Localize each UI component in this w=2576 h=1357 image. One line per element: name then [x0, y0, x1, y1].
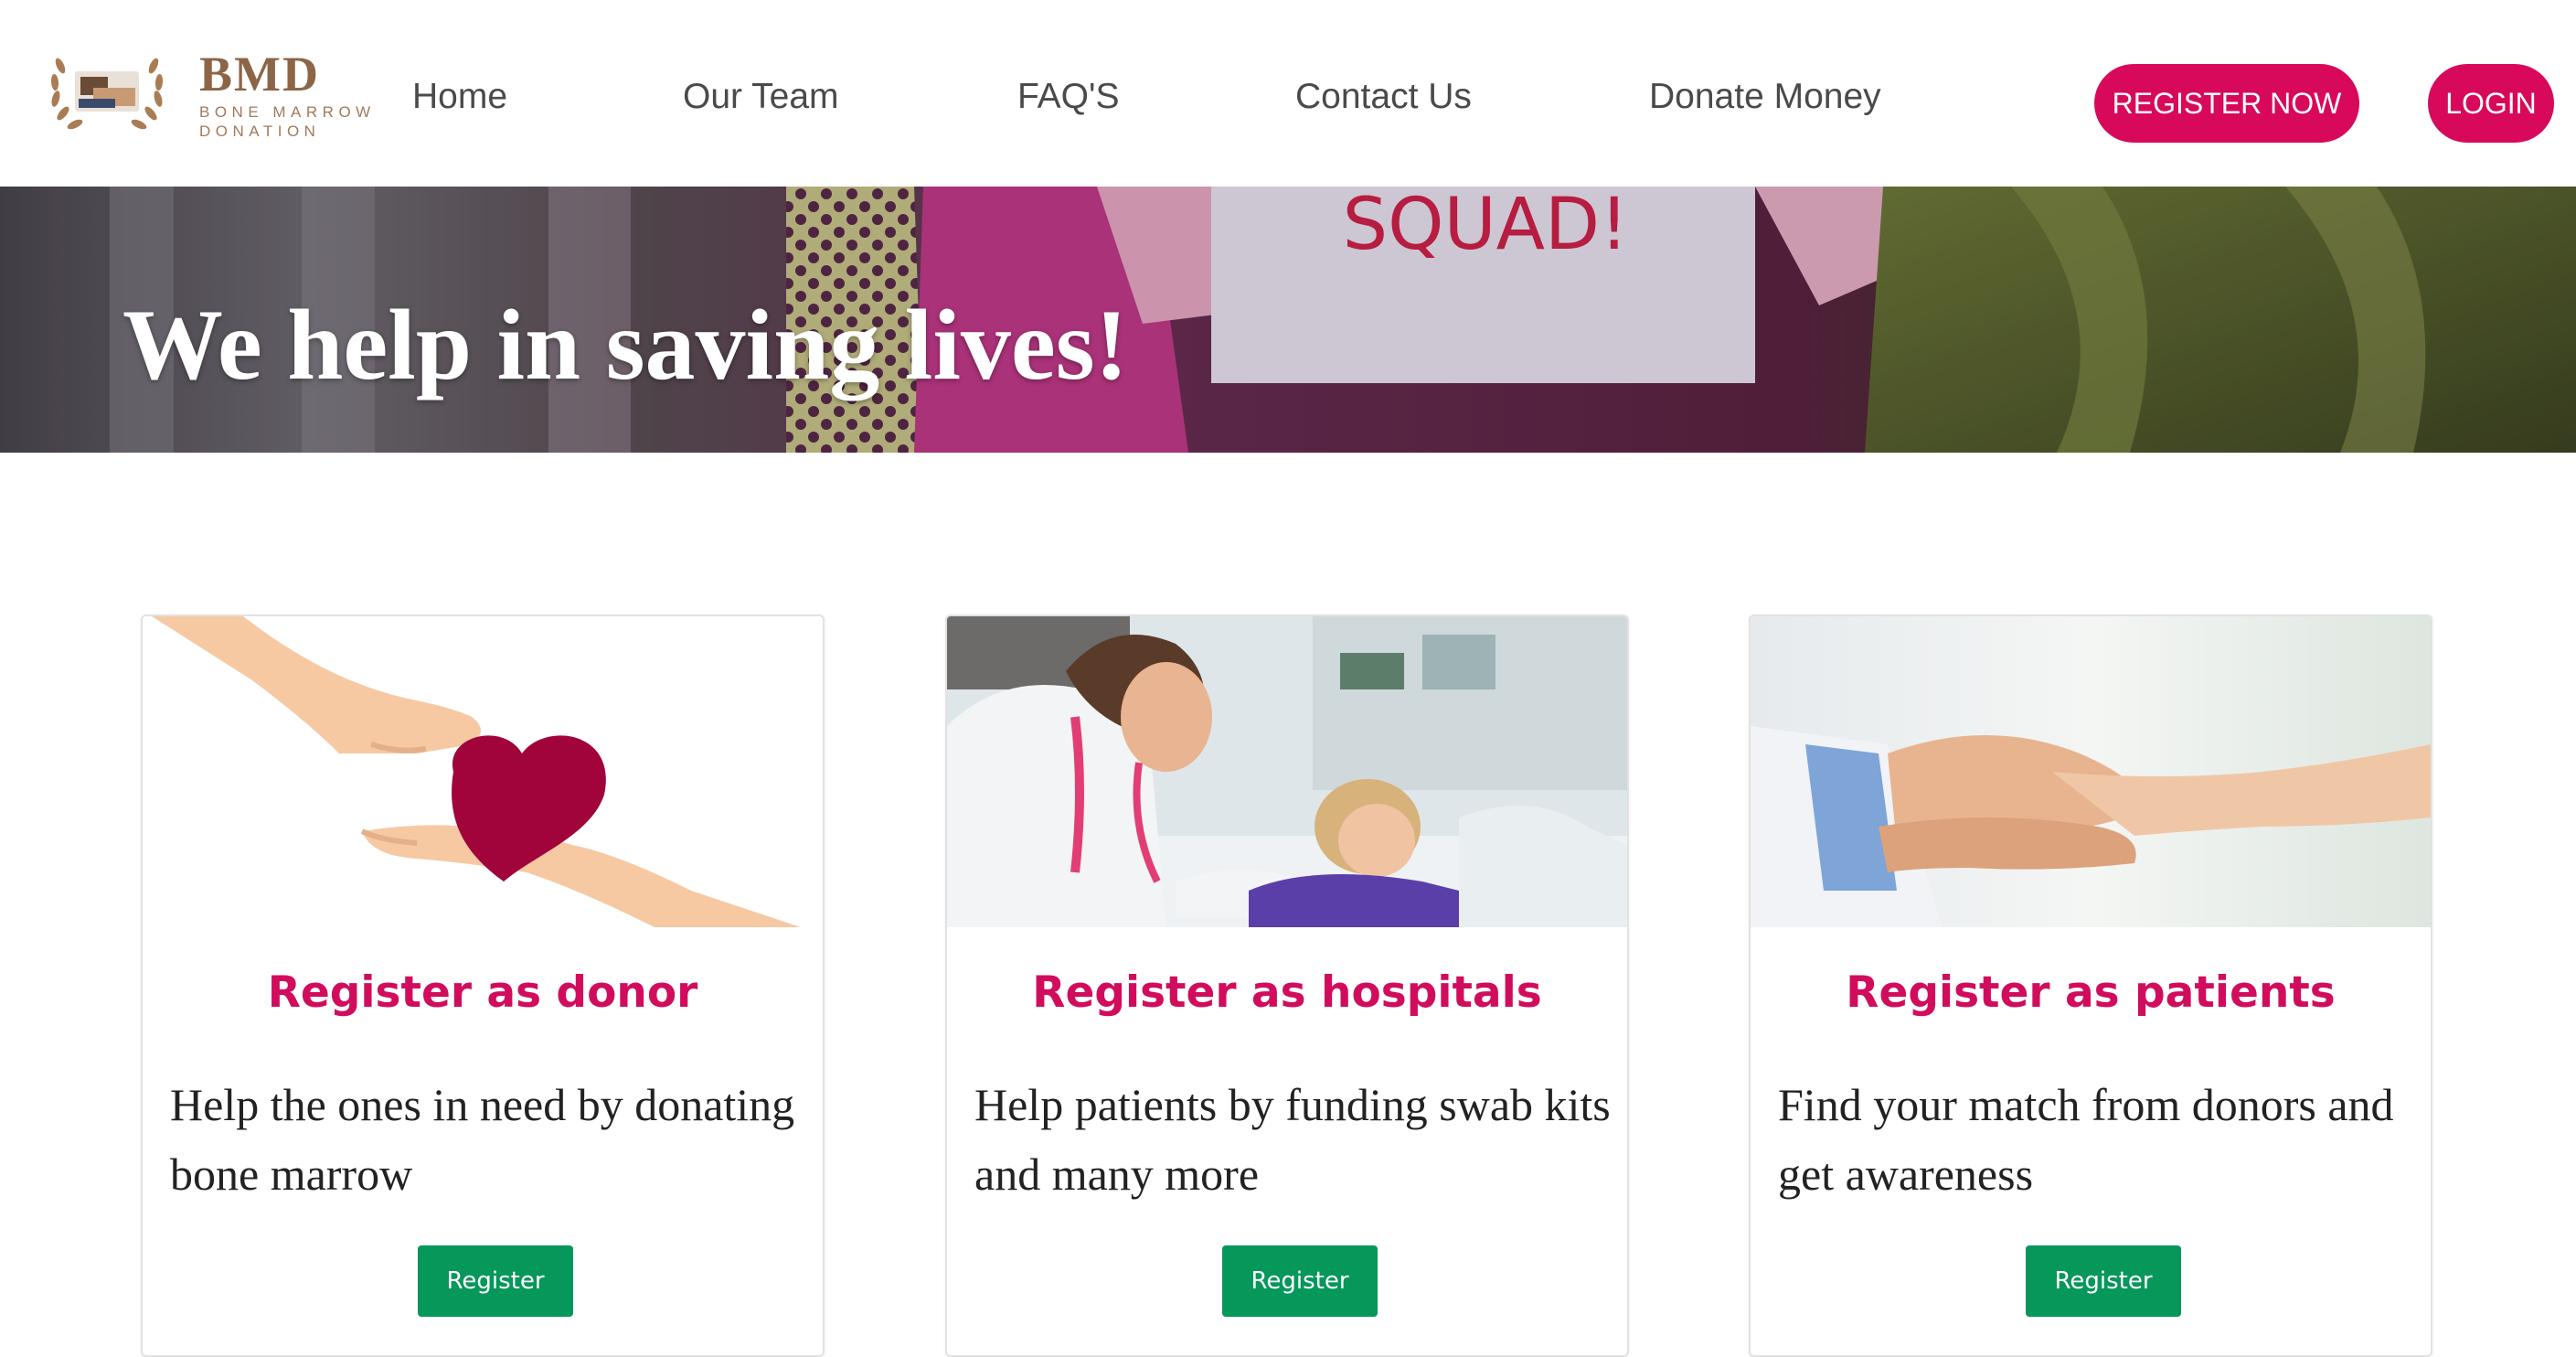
login-button[interactable]: LOGIN [2428, 64, 2554, 143]
logo-title: BMD [199, 47, 320, 102]
doctor-with-child-patient-photo [947, 616, 1627, 927]
card-text: Find your match from donors and get awar… [1778, 1079, 2394, 1200]
card-title: Register as hospitals [1032, 967, 1542, 1018]
card-register-donor: Register as donor Help the ones in need … [141, 614, 825, 1357]
nav-contact-us[interactable]: Contact Us [1295, 79, 1472, 114]
nav-our-team[interactable]: Our Team [683, 79, 839, 114]
laurel-wreath-logo-icon [50, 58, 164, 130]
holding-hands-photo [1751, 616, 2431, 927]
hands-giving-heart-illustration [143, 616, 823, 927]
hero-title: We help in saving lives! [122, 289, 1129, 401]
register-patients-button[interactable]: Register [2026, 1245, 2181, 1317]
nav-faqs[interactable]: FAQ'S [1017, 79, 1119, 114]
register-hospitals-button[interactable]: Register [1222, 1245, 1378, 1317]
card-text: Help patients by funding swab kits and m… [974, 1079, 1611, 1200]
card-register-patients: Register as patients Find your match fro… [1749, 614, 2432, 1357]
card-register-hospitals: Register as hospitals Help patients by f… [945, 614, 1629, 1357]
nav-donate-money[interactable]: Donate Money [1649, 79, 1881, 114]
card-title: Register as patients [1846, 967, 2336, 1018]
card-text: Help the ones in need by donating bone m… [170, 1079, 795, 1200]
navbar: BMD Bone Marrow Donation Home Our Team F… [0, 0, 2576, 187]
register-donor-button[interactable]: Register [418, 1245, 573, 1317]
logo-subtitle: Bone Marrow Donation [199, 103, 376, 140]
card-title: Register as donor [267, 967, 698, 1018]
nav-home[interactable]: Home [412, 79, 507, 114]
hero-banner: SQUAD! We help in saving lives! [0, 187, 2576, 453]
brand-logo[interactable]: BMD Bone Marrow Donation [48, 42, 377, 143]
register-now-button[interactable]: REGISTER NOW [2094, 64, 2359, 143]
